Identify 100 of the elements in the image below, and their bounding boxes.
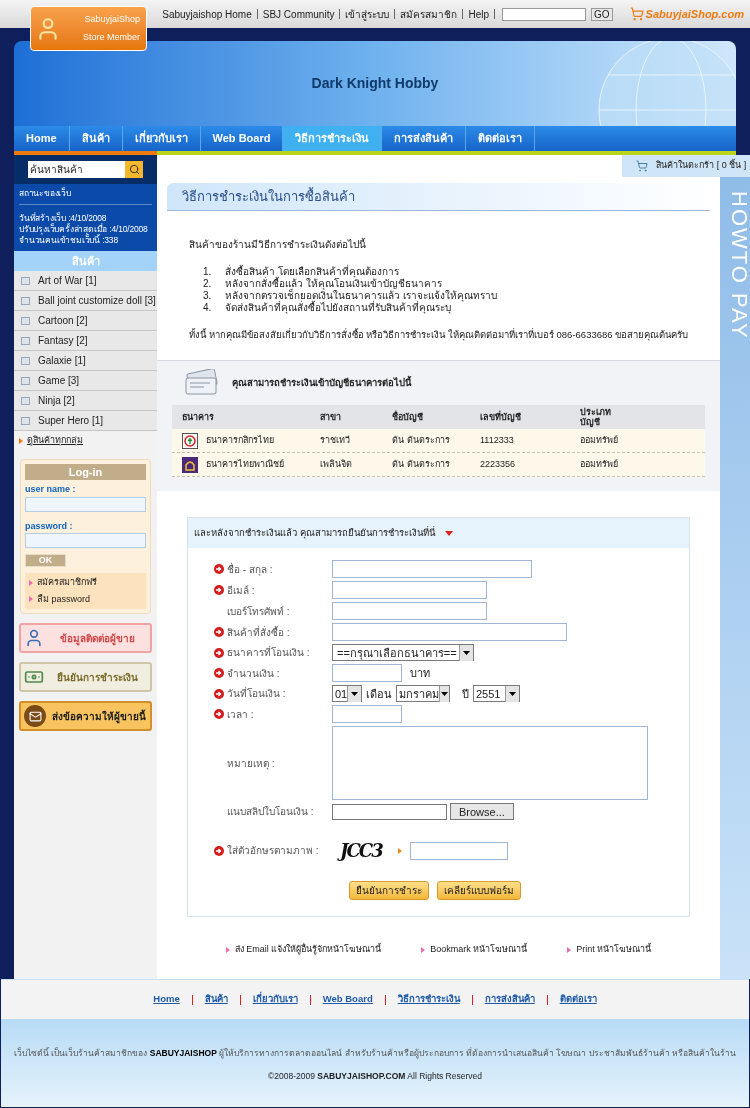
square-icon bbox=[21, 396, 30, 405]
amount-field[interactable] bbox=[332, 664, 402, 683]
password-field[interactable] bbox=[25, 533, 146, 548]
footer-link[interactable]: เกี่ยวกับเรา bbox=[252, 992, 298, 1007]
form-heading: และหลังจากชำระเงินแล้ว คุณสามารถยืนยันการชำระเงินที่นี่ bbox=[194, 526, 435, 541]
step-text: หลังจากสั่งซื้อแล้ว ให้คุณโอนเงินเข้าบัญชีธนาคาร bbox=[225, 278, 442, 290]
category-item[interactable]: Ball joint customize doll [3] bbox=[14, 291, 157, 311]
dropdown-triangle-icon bbox=[444, 530, 453, 536]
triangle-icon bbox=[225, 947, 230, 953]
browse-button[interactable]: Browse... bbox=[450, 803, 514, 821]
bank-logo-icon bbox=[182, 432, 198, 449]
field-label: สินค้าที่สั่งซื้อ : bbox=[227, 624, 290, 640]
column-header: สาขา bbox=[320, 412, 342, 423]
sidebar-button[interactable]: ข้อมูลติดต่อผู้ขาย bbox=[19, 623, 152, 653]
text-field[interactable] bbox=[332, 623, 567, 642]
captcha-image: JCC3 bbox=[332, 837, 390, 865]
share-link[interactable]: ส่ง Email แจ้งให้ผู้อื่นรู้จักหน้าโฆษณานี้ bbox=[225, 943, 382, 957]
username-field[interactable] bbox=[25, 496, 146, 512]
table-cell-text: ธนาคารกสิกรไทย bbox=[206, 434, 274, 447]
top-link[interactable]: เข้าสู่ระบบ bbox=[345, 6, 390, 22]
bank-logo-icon bbox=[182, 456, 198, 473]
login-link[interactable]: สมัครสมาชิกฟรี bbox=[29, 576, 142, 590]
footer-link[interactable]: วิธีการชำระเงิน bbox=[397, 992, 460, 1007]
file-path-field[interactable] bbox=[332, 803, 447, 820]
square-icon bbox=[21, 336, 30, 345]
cart-bar[interactable]: สินค้าในตะกร้า [ 0 ชิ้น ] bbox=[622, 155, 750, 177]
field-label: ใส่ตัวอักษรตามภาพ : bbox=[227, 844, 319, 859]
pointer-icon bbox=[397, 847, 402, 854]
step-number: 2. bbox=[203, 278, 213, 290]
day-select[interactable]: 01 bbox=[332, 685, 362, 703]
month-label: เดือน bbox=[366, 686, 392, 702]
footer-link[interactable]: Home bbox=[153, 992, 180, 1007]
triangle-icon bbox=[29, 579, 33, 586]
field-label: เวลา : bbox=[227, 707, 254, 722]
login-link[interactable]: ลืม password bbox=[29, 592, 142, 606]
status-title: สถานะของเว็บ bbox=[19, 188, 152, 205]
text-field[interactable] bbox=[332, 581, 487, 600]
sidebar-button-label: ยืนยันการชำระเงิน bbox=[56, 670, 139, 685]
share-link[interactable]: Print หน้าโฆษณานี้ bbox=[567, 943, 652, 957]
go-button[interactable]: GO bbox=[591, 7, 613, 21]
search-icon bbox=[128, 164, 140, 175]
year-select[interactable]: 2551 bbox=[473, 685, 520, 703]
square-icon bbox=[21, 316, 30, 325]
footer-link[interactable]: Web Board bbox=[322, 992, 373, 1007]
field-label: วันที่โอนเงิน : bbox=[227, 686, 286, 702]
text-field[interactable] bbox=[332, 560, 532, 579]
remarks-textarea[interactable] bbox=[332, 726, 648, 801]
sidebar-button[interactable]: ส่งข้อความให้ผู้ขายนี้ bbox=[19, 701, 152, 731]
footer-link[interactable]: การส่งสินค้า bbox=[484, 992, 535, 1007]
footer-text: เว็บไซต์นี้ เป็นเว็บร้านค้าสมาชิกของ SABUYJAISHOP ผู้ให้บริการทางการตลาดออนไลน์ สำหรับร้านค้าหรือผู้ประกอบการ ที่ต้องการนำเสนอสินค้า โฆษณา ประชาสัมพันธ์ร้านค้า หรือสินค้าในร้าน bbox=[14, 1047, 736, 1060]
sidebar-button[interactable]: ยืนยันการชำระเงิน bbox=[19, 662, 152, 692]
search-button[interactable] bbox=[125, 161, 143, 178]
top-link[interactable]: SBJ Community bbox=[262, 6, 335, 22]
table-cell-text: ราชเทวี bbox=[320, 434, 351, 447]
currency-unit: บาท bbox=[410, 666, 430, 681]
step-number: 1. bbox=[203, 266, 213, 278]
column-header: ธนาคาร bbox=[182, 412, 215, 423]
password-label: password : bbox=[25, 519, 74, 533]
note-text: ทั้งนี้ หากคุณมีข้อสงสัยเกี่ยวกับวิธีการสั่งซื้อ หรือวิธีการชำระเงิน ให้คุณติดต่อมาที่เราที่เบอร์ 086-6633686 ขอสายคุณต้นครับ bbox=[189, 328, 689, 343]
copyright-text: ©2008-2009 SABUYJAISHOP.COM All Rights Reserved bbox=[268, 1070, 482, 1083]
share-link[interactable]: Bookmark หน้าโฆษณานี้ bbox=[421, 943, 528, 957]
category-item[interactable]: Galaxie [1] bbox=[14, 351, 157, 371]
table-cell-text: เพลินจิต bbox=[320, 458, 353, 471]
status-line: วันที่สร้างเว็บ :4/10/2008 bbox=[19, 213, 108, 223]
captcha-field[interactable] bbox=[409, 841, 508, 860]
bank-select[interactable]: ==กรุณาเลือกธนาคาร== bbox=[332, 644, 474, 662]
top-link[interactable]: Help bbox=[468, 6, 489, 22]
step-text: จัดส่งสินค้าที่คุณสั่งซื้อไปยังสถานที่รับสินค้าที่คุณระบุ bbox=[225, 302, 451, 314]
table-cell-text: ออมทรัพย์ bbox=[580, 434, 619, 447]
text-field[interactable] bbox=[332, 602, 487, 621]
footer-link[interactable]: สินค้า bbox=[204, 992, 228, 1007]
column-header: ประเภท บัญชี bbox=[580, 407, 612, 428]
top-link[interactable]: Sabuyjaishop Home bbox=[162, 6, 252, 22]
column-header: เลขที่บัญชี bbox=[480, 412, 522, 423]
month-select[interactable]: มกราคม bbox=[396, 685, 450, 703]
status-line: ปรับปรุงเว็บครั้งล่าสุดเมื่อ :4/10/2008 bbox=[19, 224, 149, 235]
all-categories-link[interactable]: ดูสินค้าทุกกลุ่ม bbox=[14, 431, 157, 451]
top-link[interactable]: สมัครสมาชิก bbox=[400, 6, 458, 22]
product-search-field[interactable]: ค้นหาสินค้า bbox=[28, 161, 125, 178]
form-button[interactable]: เคลียร์แบบฟอร์ม bbox=[437, 881, 521, 901]
field-label: อีเมล์ : bbox=[227, 583, 255, 598]
category-item[interactable]: Ninja [2] bbox=[14, 391, 157, 411]
cart-icon bbox=[636, 160, 649, 172]
step-text: สั่งซื้อสินค้า โดยเลือกสินค้าที่คุณต้องการ bbox=[225, 266, 399, 278]
intro-text: สินค้าของร้านมีวิธีการชำระเงินดังต่อไปนี้ bbox=[189, 237, 367, 252]
category-item[interactable]: Game [3] bbox=[14, 371, 157, 391]
category-item[interactable]: Super Hero [1] bbox=[14, 411, 157, 431]
field-label: หมายเหตุ : bbox=[227, 756, 275, 771]
category-item[interactable]: Art of War [1] bbox=[14, 271, 157, 291]
text-field[interactable] bbox=[332, 705, 402, 724]
footer-link[interactable]: ติดต่อเรา bbox=[559, 992, 597, 1007]
search-field[interactable] bbox=[502, 7, 586, 21]
step-number: 4. bbox=[203, 302, 213, 314]
category-item[interactable]: Cartoon [2] bbox=[14, 311, 157, 331]
triangle-icon bbox=[567, 947, 572, 953]
square-icon bbox=[21, 356, 30, 365]
form-button[interactable]: ยืนยันการชำระ bbox=[349, 881, 429, 901]
square-icon bbox=[21, 296, 30, 305]
category-item[interactable]: Fantasy [2] bbox=[14, 331, 157, 351]
username-label: user name : bbox=[25, 483, 77, 496]
